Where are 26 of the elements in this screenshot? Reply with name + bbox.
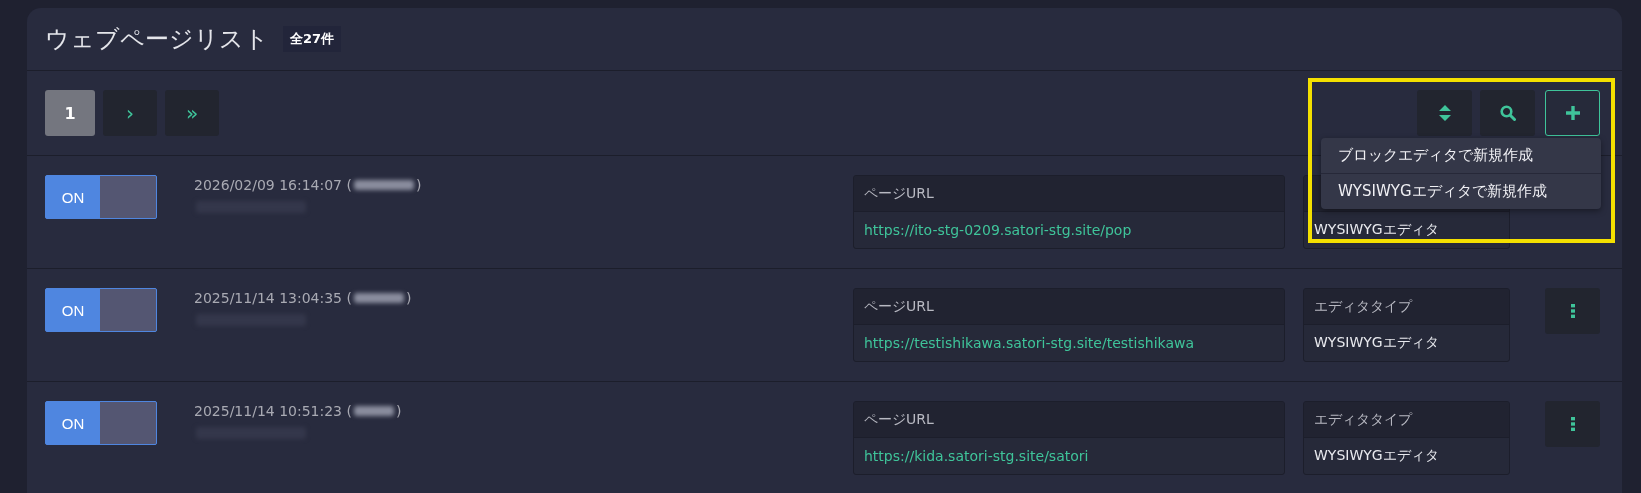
page-title: ウェブページリスト	[45, 24, 269, 55]
field-label: エディタタイプ	[1304, 402, 1509, 438]
updated-date: 2025/11/14 13:04:35 (	[194, 290, 352, 306]
paren-text: )	[405, 290, 412, 306]
count-badge: 全27件	[283, 26, 342, 52]
updated-date: 2025/11/14 10:51:23 (	[194, 403, 352, 419]
page-url-link[interactable]: https://kida.satori-stg.site/satori	[864, 448, 1089, 464]
last-page-button[interactable]: »	[165, 90, 219, 136]
next-page-button[interactable]: ›	[103, 90, 157, 136]
paren-text: )	[415, 177, 422, 193]
page-url-link[interactable]: https://testishikawa.satori-stg.site/testishikawa	[864, 335, 1194, 351]
paren-text: )	[395, 403, 402, 419]
toggle-switch[interactable]: ON	[45, 401, 157, 445]
field-label: ページURL	[854, 402, 1284, 438]
field-label: エディタタイプ	[1304, 289, 1509, 325]
page-url-link[interactable]: https://ito-stg-0209.satori-stg.site/pop	[864, 222, 1132, 238]
menu-item[interactable]: ブロックエディタで新規作成	[1321, 138, 1601, 173]
toggle-switch[interactable]: ON	[45, 175, 157, 219]
field-label: ページURL	[854, 289, 1284, 325]
page-button[interactable]: 1	[45, 90, 95, 136]
editor-type: WYSIWYGエディタ	[1313, 446, 1440, 465]
toggle-switch[interactable]: ON	[45, 288, 157, 332]
field-label: ページURL	[854, 176, 1284, 212]
editor-type: WYSIWYGエディタ	[1313, 333, 1440, 352]
updated-date: 2026/02/09 16:14:07 (	[194, 177, 352, 193]
editor-type: WYSIWYGエディタ	[1313, 220, 1440, 239]
